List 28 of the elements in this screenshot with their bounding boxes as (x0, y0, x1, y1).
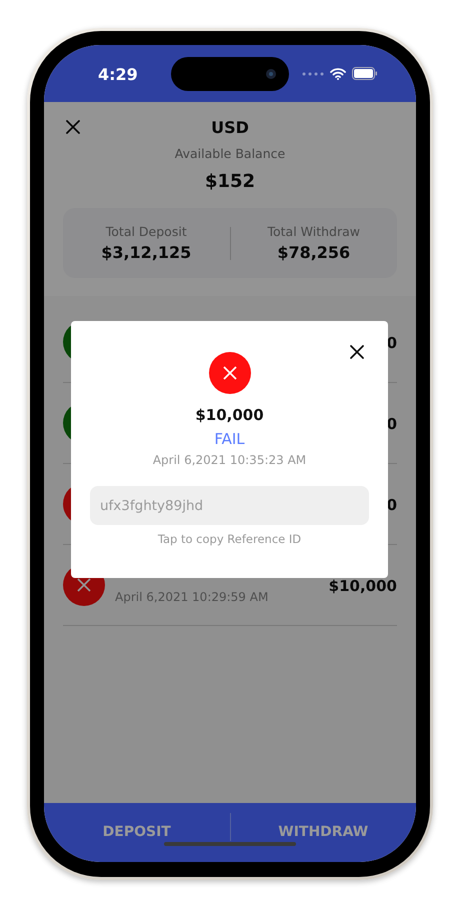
transaction-amount: 0 (386, 414, 397, 432)
dialog-close-button[interactable] (349, 344, 365, 360)
dialog-status: FAIL (214, 430, 245, 448)
dialog-amount: $10,000 (195, 406, 264, 424)
transaction-amount: $10,000 (328, 576, 397, 594)
camera-icon (265, 68, 277, 80)
copy-hint: Tap to copy Reference ID (158, 532, 302, 546)
close-icon (65, 119, 81, 135)
dialog-date: April 6,2021 10:35:23 AM (152, 453, 306, 467)
bottom-tab[interactable]: DEPOSIT (44, 812, 230, 852)
signal-icon (302, 72, 324, 76)
total-value: $3,12,125 (101, 243, 192, 262)
total-value: $78,256 (277, 243, 350, 262)
battery-icon (352, 67, 378, 80)
close-icon (349, 344, 365, 360)
reference-id-field[interactable]: ufx3fghty89jhd (90, 486, 369, 525)
balance-amount: $152 (204, 171, 256, 192)
balance-label: Available Balance (174, 146, 286, 161)
status-time: 4:29 (98, 64, 139, 84)
wifi-icon (330, 68, 346, 80)
transaction-date: April 6,2021 10:29:59 AM (115, 590, 270, 604)
bottom-tab[interactable]: WITHDRAW (230, 812, 416, 852)
total-label: Total Withdraw (267, 224, 360, 239)
close-button[interactable] (65, 119, 81, 135)
transaction-amount: 0 (386, 495, 397, 513)
transaction-amount: 0 (386, 333, 397, 351)
currency-title: USD (211, 118, 249, 136)
total-label: Total Deposit (106, 224, 187, 239)
